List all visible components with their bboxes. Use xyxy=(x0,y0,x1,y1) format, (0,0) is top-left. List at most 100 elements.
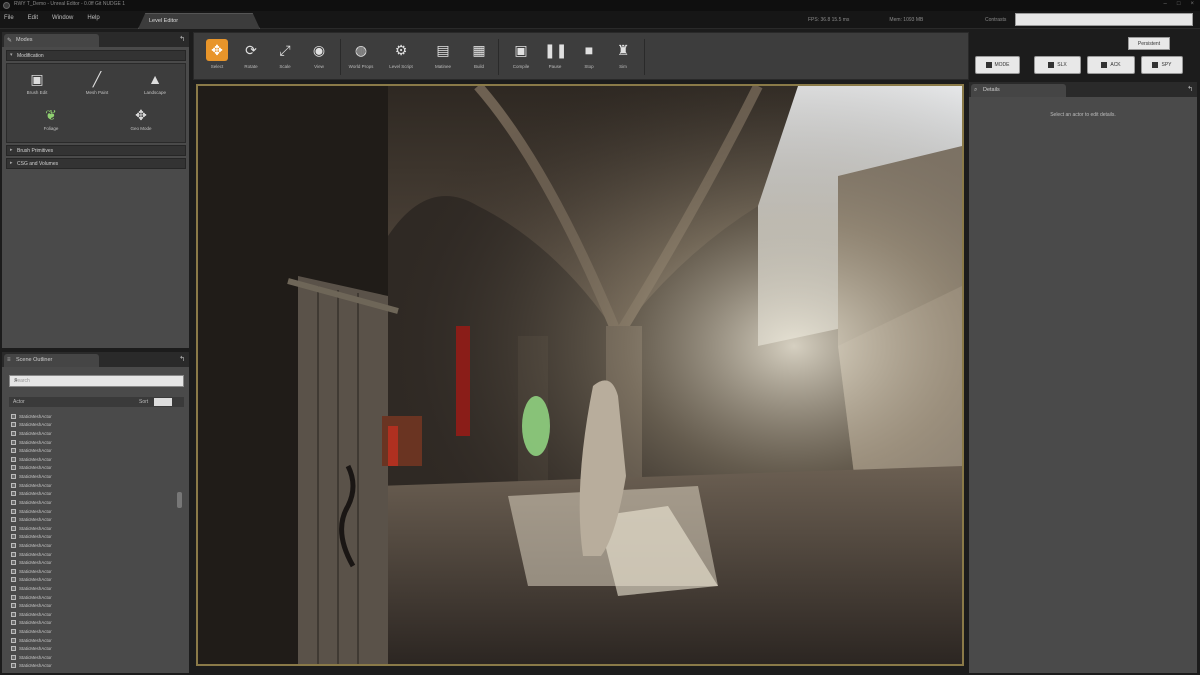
list-item-label: StaticMeshActor xyxy=(19,517,52,523)
toolbar-button-rotate[interactable]: ⟳ Rotate xyxy=(234,37,268,75)
list-item-label: StaticMeshActor xyxy=(19,654,52,660)
toolbar-button-sim[interactable]: ♜ Sim xyxy=(606,37,640,75)
toolbar-button-build[interactable]: ▦ Build xyxy=(462,37,496,75)
list-item[interactable]: StaticMeshActor xyxy=(11,541,176,550)
mode-brush-edit[interactable]: ▣ Brush Edit xyxy=(17,70,57,95)
persistent-level-button[interactable]: Persistent xyxy=(1128,37,1170,50)
tab-details[interactable]: ⌕ Details xyxy=(971,84,1066,97)
list-item[interactable]: StaticMeshActor xyxy=(11,619,176,628)
static-mesh-icon xyxy=(11,422,16,428)
list-item[interactable]: StaticMeshActor xyxy=(11,438,176,447)
pin-icon[interactable]: ↰ xyxy=(179,35,185,43)
viewport-option-ack-label: ACK xyxy=(1110,62,1121,68)
list-item-label: StaticMeshActor xyxy=(19,577,52,583)
list-item[interactable]: StaticMeshActor xyxy=(11,446,176,455)
list-item-label: StaticMeshActor xyxy=(19,499,52,505)
toolbar-button-stop[interactable]: ■ Stop xyxy=(572,37,606,75)
static-mesh-icon xyxy=(11,508,16,514)
modes-panel: ✎ Modes ↰ ▾ Modification ▣ Brush Edit ╱ … xyxy=(2,32,189,348)
outliner-search-input[interactable]: Search ⌕ xyxy=(9,375,184,387)
modes-content: ▾ Modification ▣ Brush Edit ╱ Mesh Paint… xyxy=(6,50,186,171)
viewport-option-spy[interactable]: SPY xyxy=(1141,56,1183,74)
section-brush-primitives[interactable]: ▸ Brush Primitives xyxy=(6,145,186,156)
level-tab-label: Level Editor xyxy=(149,18,179,24)
tab-scene-outliner[interactable]: ≡ Scene Outliner xyxy=(4,354,99,367)
type-filter-dropdown[interactable] xyxy=(154,398,172,406)
section-csg-volumes[interactable]: ▸ CSG and Volumes xyxy=(6,158,186,169)
minimize-icon[interactable]: – xyxy=(1164,1,1167,7)
mode-mesh-paint[interactable]: ╱ Mesh Paint xyxy=(77,70,117,95)
outliner-scrollbar[interactable] xyxy=(177,492,182,508)
list-item[interactable]: StaticMeshActor xyxy=(11,601,176,610)
toolbar-button-label: Scale xyxy=(279,64,291,69)
list-item[interactable]: StaticMeshActor xyxy=(11,429,176,438)
tab-level-editor[interactable]: Level Editor xyxy=(138,13,260,29)
list-item[interactable]: StaticMeshActor xyxy=(11,610,176,619)
toolbar-button-select[interactable]: ✥ Select xyxy=(200,37,234,75)
list-item[interactable]: StaticMeshActor xyxy=(11,524,176,533)
list-item[interactable]: StaticMeshActor xyxy=(11,455,176,464)
list-item[interactable]: StaticMeshActor xyxy=(11,627,176,636)
list-item[interactable]: StaticMeshActor xyxy=(11,558,176,567)
pin-icon[interactable]: ↰ xyxy=(1187,85,1193,93)
list-item[interactable]: StaticMeshActor xyxy=(11,662,176,671)
outliner-list: StaticMeshActor StaticMeshActor StaticMesh… xyxy=(11,412,176,670)
list-item[interactable]: StaticMeshActor xyxy=(11,576,176,585)
static-mesh-icon xyxy=(11,456,16,462)
list-item[interactable]: StaticMeshActor xyxy=(11,489,176,498)
stop-icon: ■ xyxy=(584,42,594,58)
list-item[interactable]: StaticMeshActor xyxy=(11,584,176,593)
list-item[interactable]: StaticMeshActor xyxy=(11,567,176,576)
toolbar-button-level-script[interactable]: ⚙ Level Script xyxy=(384,37,418,75)
column-actor[interactable]: Actor xyxy=(13,399,25,405)
modes-tabstrip: ✎ Modes ↰ xyxy=(2,32,189,47)
toolbar-button-matinee[interactable]: ▤ Matinee xyxy=(426,37,460,75)
tab-modes[interactable]: ✎ Modes xyxy=(4,34,99,47)
column-sort[interactable]: Sort xyxy=(139,399,148,405)
static-mesh-icon xyxy=(11,594,16,600)
menu-edit[interactable]: Edit xyxy=(28,15,38,21)
list-item-label: StaticMeshActor xyxy=(19,439,52,445)
list-item[interactable]: StaticMeshActor xyxy=(11,653,176,662)
toolbar-button-scale[interactable]: ⤢ Scale xyxy=(268,37,302,75)
toolbar-button-compile[interactable]: ▣ Compile xyxy=(504,37,538,75)
toolbar-button-pause[interactable]: ❚❚ Pause xyxy=(538,37,572,75)
level-viewport[interactable] xyxy=(196,84,964,666)
maximize-icon[interactable]: □ xyxy=(1177,1,1181,7)
toolbar-button-world-props[interactable]: ◍ World Props xyxy=(344,37,378,75)
list-item[interactable]: StaticMeshActor xyxy=(11,412,176,421)
mode-landscape[interactable]: ▲ Landscape xyxy=(135,70,175,95)
mode-geometry[interactable]: ✥ Geo Mode xyxy=(121,106,161,131)
close-icon[interactable]: × xyxy=(1190,1,1194,7)
list-item-label: StaticMeshActor xyxy=(19,431,52,437)
list-item[interactable]: StaticMeshActor xyxy=(11,593,176,602)
wrench-icon: ✎ xyxy=(7,38,13,44)
list-item[interactable]: StaticMeshActor xyxy=(11,421,176,430)
list-item[interactable]: StaticMeshActor xyxy=(11,498,176,507)
list-item[interactable]: StaticMeshActor xyxy=(11,464,176,473)
help-search-input[interactable] xyxy=(1015,13,1193,26)
list-item[interactable]: StaticMeshActor xyxy=(11,481,176,490)
menu-help[interactable]: Help xyxy=(87,15,99,21)
view-mode-button[interactable]: MODE xyxy=(975,56,1020,74)
mode-foliage[interactable]: ❦ Foliage xyxy=(31,106,71,131)
list-item[interactable]: StaticMeshActor xyxy=(11,636,176,645)
list-item[interactable]: StaticMeshActor xyxy=(11,472,176,481)
menu-file[interactable]: File xyxy=(4,15,14,21)
static-mesh-icon xyxy=(11,474,16,480)
list-item[interactable]: StaticMeshActor xyxy=(11,550,176,559)
list-item[interactable]: StaticMeshActor xyxy=(11,507,176,516)
viewport-option-slx[interactable]: SLX xyxy=(1034,56,1081,74)
toolbar-button-view[interactable]: ◉ View xyxy=(302,37,336,75)
pin-icon[interactable]: ↰ xyxy=(179,355,185,363)
viewport-option-slx-label: SLX xyxy=(1057,62,1067,68)
menu-window[interactable]: Window xyxy=(52,15,73,21)
cube-icon: ▣ xyxy=(30,71,44,87)
list-item[interactable]: StaticMeshActor xyxy=(11,644,176,653)
section-modification[interactable]: ▾ Modification xyxy=(6,50,186,61)
viewport-option-ack[interactable]: ACK xyxy=(1087,56,1135,74)
list-item[interactable]: StaticMeshActor xyxy=(11,533,176,542)
list-item[interactable]: StaticMeshActor xyxy=(11,515,176,524)
viewport-scene[interactable] xyxy=(198,86,962,664)
toolbar-separator xyxy=(644,39,645,75)
